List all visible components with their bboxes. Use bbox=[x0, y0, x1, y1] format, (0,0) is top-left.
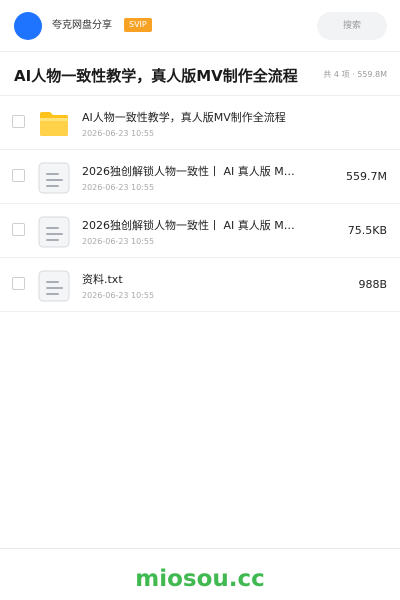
svip-badge: SVIP bbox=[124, 18, 152, 32]
item-name: AI人物一致性教学，真人版MV制作全流程 bbox=[82, 111, 286, 124]
brand-name: 夸克网盘分享 bbox=[52, 20, 112, 31]
list-item[interactable]: 2026独创解锁人物一致性丨 AI 真人版 MV 制作全流程 2026-06-2… bbox=[0, 204, 400, 258]
item-checkbox[interactable] bbox=[12, 277, 25, 290]
page-title: AI人物一致性教学，真人版MV制作全流程 bbox=[14, 67, 298, 85]
item-checkbox[interactable] bbox=[12, 169, 25, 182]
item-date: 2026-06-23 10:55 bbox=[82, 237, 155, 246]
item-checkbox[interactable] bbox=[12, 115, 25, 128]
item-checkbox[interactable] bbox=[12, 223, 25, 236]
search-button[interactable]: 搜索 bbox=[317, 12, 387, 40]
document-icon bbox=[38, 162, 70, 194]
list-item[interactable]: 资料.txt 2026-06-23 10:55 988B bbox=[0, 258, 400, 312]
item-summary: 共 4 项 · 559.8M bbox=[323, 70, 387, 79]
item-name: 2026独创解锁人物一致性丨 AI 真人版 MV 制作全流程 bbox=[82, 219, 302, 232]
item-date: 2026-06-23 10:55 bbox=[82, 291, 155, 300]
item-name: 2026独创解锁人物一致性丨 AI 真人版 MV 制作全流程 bbox=[82, 165, 302, 178]
list-item[interactable]: 2026独创解锁人物一致性丨 AI 真人版 MV 制作全流程 2026-06-2… bbox=[0, 150, 400, 204]
site-watermark: miosou.cc bbox=[135, 566, 265, 592]
item-size: 559.7M bbox=[346, 170, 387, 183]
item-date: 2026-06-23 10:55 bbox=[82, 183, 155, 192]
list-item[interactable]: AI人物一致性教学，真人版MV制作全流程 2026-06-23 10:55 bbox=[0, 96, 400, 150]
item-size: 75.5KB bbox=[347, 224, 387, 237]
top-bar: 夸克网盘分享 SVIP 搜索 bbox=[0, 0, 400, 52]
avatar[interactable] bbox=[14, 12, 42, 40]
file-list: AI人物一致性教学，真人版MV制作全流程 2026-06-23 10:55 20… bbox=[0, 96, 400, 312]
item-size: 988B bbox=[358, 278, 387, 291]
item-date: 2026-06-23 10:55 bbox=[82, 129, 155, 138]
document-icon bbox=[38, 270, 70, 302]
folder-icon bbox=[40, 112, 68, 136]
share-page: 夸克网盘分享 SVIP 搜索 AI人物一致性教学，真人版MV制作全流程 共 4 … bbox=[0, 0, 400, 600]
footer-bar: miosou.cc bbox=[0, 548, 400, 600]
item-name: 资料.txt bbox=[82, 273, 123, 286]
document-icon bbox=[38, 216, 70, 248]
folder-header: AI人物一致性教学，真人版MV制作全流程 共 4 项 · 559.8M bbox=[0, 52, 400, 96]
